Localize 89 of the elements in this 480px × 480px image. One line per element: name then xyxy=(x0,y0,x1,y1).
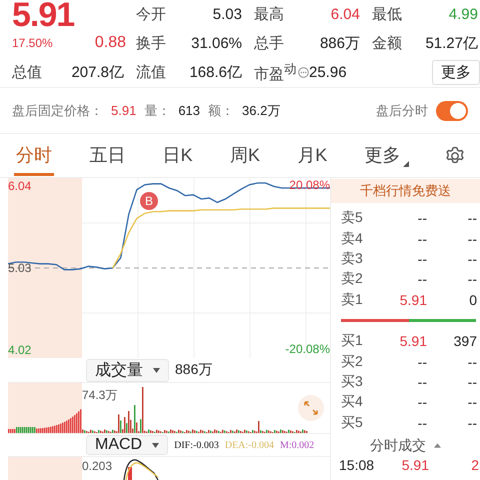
order-volume: -- xyxy=(466,210,477,226)
tab[interactable]: 更多 xyxy=(362,135,411,176)
stat-label: 市盈$^{动}$ xyxy=(254,60,297,84)
order-price: -- xyxy=(416,394,427,410)
last-price: 5.91 xyxy=(12,0,74,30)
stat-label: 总手 xyxy=(254,34,284,52)
order-volume: -- xyxy=(466,374,477,390)
stat-value: 886万 xyxy=(320,34,360,52)
trade-price: 5.91 xyxy=(400,456,429,473)
dif-value: DIF:-0.003 xyxy=(174,440,219,450)
level-label: 买4 xyxy=(341,393,364,412)
caret-icon xyxy=(152,442,160,448)
level-label: 买3 xyxy=(341,372,364,391)
level-label: 买1 xyxy=(341,332,364,350)
stat-value: 31.06% xyxy=(191,34,242,52)
toggle-switch[interactable] xyxy=(436,100,468,120)
dea-value: DEA:-0.004 xyxy=(224,440,274,450)
axis-label: 0.203 xyxy=(82,459,112,473)
order-volume: -- xyxy=(466,230,477,247)
order-volume: 397 xyxy=(452,333,477,350)
order-volume: -- xyxy=(466,394,477,410)
stat-label: 最低 xyxy=(372,4,402,24)
caret-icon xyxy=(402,161,409,167)
level-label: 卖2 xyxy=(341,270,364,288)
level-label: 买2 xyxy=(341,352,364,371)
after-hours-label: 盘后固定价格： xyxy=(12,102,103,120)
caret-icon xyxy=(434,443,441,448)
order-volume: -- xyxy=(466,271,477,288)
volume-total: 886万 xyxy=(175,361,212,379)
stat-label: 最高 xyxy=(254,4,284,24)
promo-banner[interactable]: 千档行情免费送 xyxy=(331,179,480,203)
trade-volume: 2 xyxy=(470,456,479,473)
more-button[interactable]: 更多 xyxy=(432,60,480,84)
macd-value: M:0.002 xyxy=(280,440,314,450)
change-percent: 17.50% xyxy=(12,36,53,50)
axis-label: -20.08% xyxy=(285,342,330,356)
order-price: -- xyxy=(416,271,427,288)
indicator-dropdown[interactable]: MACD xyxy=(86,435,168,455)
expand-icon[interactable] xyxy=(298,395,324,421)
order-volume: -- xyxy=(466,414,477,431)
stat-label: 总值 xyxy=(12,62,42,82)
tab[interactable]: 月K xyxy=(295,135,330,176)
buy-marker[interactable]: B xyxy=(140,192,158,210)
toggle-label: 盘后分时 xyxy=(376,102,428,120)
trade-time: 15:08 xyxy=(339,456,376,473)
stat-value: 207.8亿 xyxy=(71,62,124,82)
order-price: 5.91 xyxy=(398,292,427,308)
axis-label: 74.3万 xyxy=(82,387,118,404)
indicator-dropdown[interactable]: 成交量 xyxy=(86,358,169,382)
order-price: -- xyxy=(416,374,427,390)
order-volume: -- xyxy=(466,250,477,267)
order-price: -- xyxy=(416,230,427,247)
after-hours-price: 5.91 xyxy=(111,103,136,118)
axis-label: 5.03 xyxy=(8,261,32,275)
stat-label: 金额 xyxy=(372,34,402,52)
volume-label: 量： xyxy=(144,102,170,120)
stat-label: 今开 xyxy=(136,4,166,24)
order-price: 5.91 xyxy=(398,333,427,350)
stat-value: 4.99 xyxy=(448,6,478,22)
stat-label: 换手 xyxy=(136,34,166,52)
order-price: -- xyxy=(416,414,427,431)
order-volume: -- xyxy=(466,354,477,370)
tab[interactable]: 周K xyxy=(228,135,262,176)
stat-value: 168.6亿 xyxy=(189,62,242,82)
order-price: -- xyxy=(416,250,427,267)
axis-label: 6.04 xyxy=(8,179,32,193)
tab[interactable]: 五日 xyxy=(87,135,128,176)
level-label: 卖4 xyxy=(341,230,364,248)
order-volume: 0 xyxy=(468,292,477,308)
caret-icon xyxy=(153,368,160,372)
trades-title: 分时成交 xyxy=(370,436,426,455)
stat-value: 6.04 xyxy=(330,6,360,22)
volume-value: 613 xyxy=(178,103,200,118)
level-label: 买5 xyxy=(341,414,364,432)
stat-label: 流值 xyxy=(136,62,166,82)
level-label: 卖3 xyxy=(341,250,364,268)
amount-label: 额： xyxy=(208,102,234,120)
stat-value: 5.03 xyxy=(212,6,242,22)
change-amount: 0.88 xyxy=(94,34,126,52)
level-label: 卖5 xyxy=(341,209,364,228)
stat-value: 25.96 xyxy=(309,64,347,80)
macd-drawing xyxy=(123,459,159,480)
order-price: -- xyxy=(416,210,427,226)
level-label: 卖1 xyxy=(341,290,364,309)
axis-label: 4.02 xyxy=(8,343,32,357)
order-price: -- xyxy=(416,354,427,370)
amount-value: 36.2万 xyxy=(242,102,280,120)
stat-value: 51.27亿 xyxy=(425,34,478,52)
tab[interactable]: 日K xyxy=(160,135,195,176)
